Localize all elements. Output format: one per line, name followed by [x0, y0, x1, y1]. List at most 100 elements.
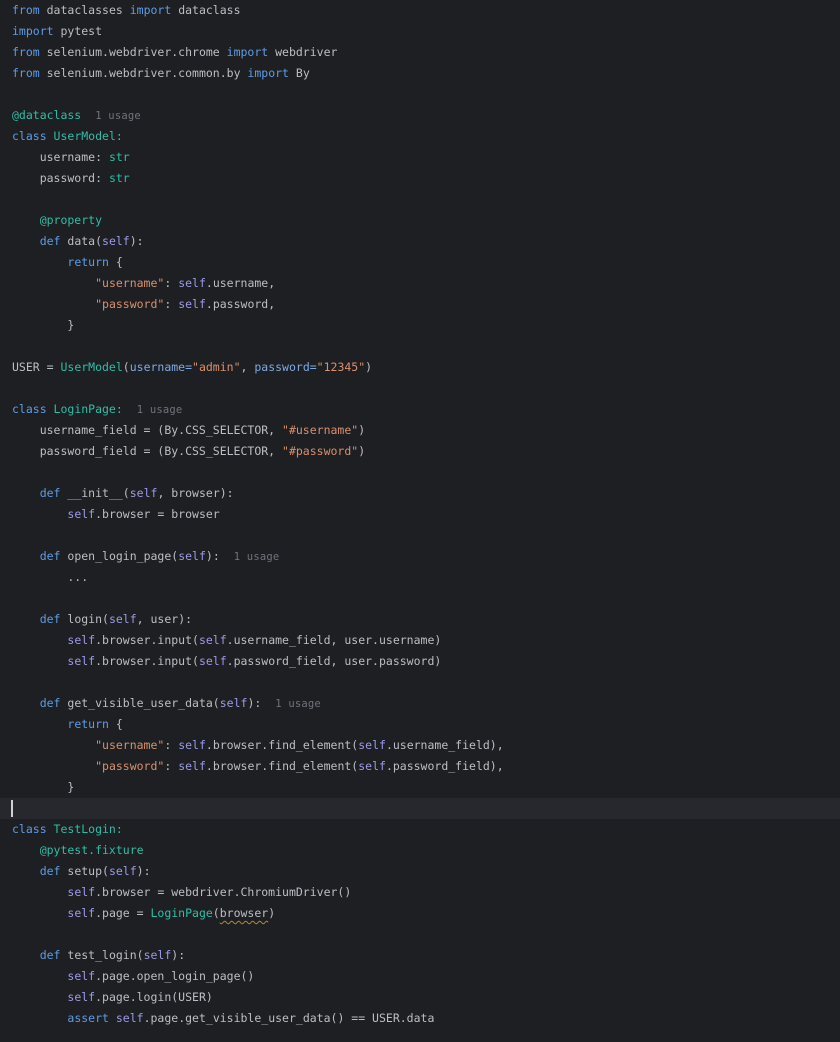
code-line[interactable] — [0, 798, 840, 819]
code-token — [12, 717, 67, 731]
code-line[interactable] — [0, 189, 840, 210]
self-token: self — [199, 654, 227, 668]
code-line[interactable]: assert self.page.get_visible_user_data()… — [0, 1008, 840, 1029]
code-line[interactable]: class LoginPage:1 usage — [0, 399, 840, 420]
keyword-token: class — [12, 402, 47, 416]
self-token: self — [199, 633, 227, 647]
code-line[interactable]: password_field = (By.CSS_SELECTOR, "#pas… — [0, 441, 840, 462]
code-token — [12, 486, 40, 500]
code-token: .browser = browser — [95, 507, 220, 521]
code-line[interactable]: return { — [0, 252, 840, 273]
keyword-token: return — [67, 255, 109, 269]
code-token: .browser.input( — [95, 654, 199, 668]
string-token: "password" — [95, 759, 164, 773]
classname-token: LoginPage — [150, 906, 212, 920]
code-line[interactable]: @pytest.fixture — [0, 840, 840, 861]
code-token: username: — [12, 150, 109, 164]
code-line[interactable]: } — [0, 315, 840, 336]
code-line[interactable]: "password": self.password, — [0, 294, 840, 315]
code-line[interactable] — [0, 84, 840, 105]
code-token: ( — [123, 360, 130, 374]
code-line[interactable]: } — [0, 777, 840, 798]
python-code-editor[interactable]: from dataclasses import dataclassimport … — [0, 0, 840, 1042]
code-line[interactable]: class UserModel: — [0, 126, 840, 147]
usages-inlay-hint[interactable]: 1 usage — [137, 404, 183, 416]
code-line[interactable]: self.browser.input(self.password_field, … — [0, 651, 840, 672]
code-token: .username_field), — [386, 738, 504, 752]
code-line[interactable]: class TestLogin: — [0, 819, 840, 840]
classname-token: str — [109, 171, 130, 185]
self-token: self — [116, 1011, 144, 1025]
code-line[interactable]: username_field = (By.CSS_SELECTOR, "#use… — [0, 420, 840, 441]
code-line[interactable]: def data(self): — [0, 231, 840, 252]
code-line[interactable]: def open_login_page(self):1 usage — [0, 546, 840, 567]
code-line[interactable]: from dataclasses import dataclass — [0, 0, 840, 21]
code-line[interactable] — [0, 588, 840, 609]
code-line[interactable]: "username": self.browser.find_element(se… — [0, 735, 840, 756]
code-line[interactable] — [0, 462, 840, 483]
code-token: .page.get_visible_user_data() == USER.da… — [144, 1011, 435, 1025]
code-token — [12, 276, 95, 290]
code-token: : — [164, 297, 178, 311]
code-token: ): — [206, 549, 220, 563]
code-token: .page = — [95, 906, 150, 920]
code-token — [12, 990, 67, 1004]
code-line[interactable] — [0, 336, 840, 357]
code-line[interactable]: from selenium.webdriver.chrome import we… — [0, 42, 840, 63]
self-token: self — [109, 612, 137, 626]
code-line[interactable]: @dataclass1 usage — [0, 105, 840, 126]
code-token — [12, 507, 67, 521]
keyword-token: from — [12, 45, 40, 59]
code-token: selenium.webdriver.chrome — [40, 45, 227, 59]
self-token: self — [67, 969, 95, 983]
code-line[interactable]: self.page.open_login_page() — [0, 966, 840, 987]
code-line[interactable]: self.browser = webdriver.ChromiumDriver(… — [0, 882, 840, 903]
keyword-token: def — [40, 486, 61, 500]
classname-token: str — [109, 150, 130, 164]
usages-inlay-hint[interactable]: 1 usage — [95, 110, 141, 122]
code-token: pytest — [54, 24, 102, 38]
string-token: "#username" — [282, 423, 358, 437]
code-line[interactable]: "username": self.username, — [0, 273, 840, 294]
self-token: self — [67, 885, 95, 899]
self-token: self — [67, 654, 95, 668]
code-line[interactable] — [0, 378, 840, 399]
self-token: self — [178, 276, 206, 290]
code-line[interactable]: self.page = LoginPage(browser) — [0, 903, 840, 924]
code-token: } — [12, 318, 74, 332]
code-line[interactable]: USER = UserModel(username="admin", passw… — [0, 357, 840, 378]
code-line[interactable]: self.page.login(USER) — [0, 987, 840, 1008]
code-token — [12, 738, 95, 752]
code-line[interactable]: "password": self.browser.find_element(se… — [0, 756, 840, 777]
code-token — [12, 864, 40, 878]
usages-inlay-hint[interactable]: 1 usage — [234, 551, 280, 563]
code-line[interactable]: import pytest — [0, 21, 840, 42]
code-line[interactable] — [0, 672, 840, 693]
code-line[interactable] — [0, 924, 840, 945]
code-line[interactable]: def setup(self): — [0, 861, 840, 882]
classname-token: @property — [12, 213, 102, 227]
keyword-token: from — [12, 66, 40, 80]
code-line[interactable]: @property — [0, 210, 840, 231]
code-line[interactable]: def __init__(self, browser): — [0, 483, 840, 504]
code-line[interactable]: self.browser = browser — [0, 504, 840, 525]
code-token — [12, 948, 40, 962]
code-token: .username_field, user.username) — [227, 633, 442, 647]
self-token: self — [130, 486, 158, 500]
code-line[interactable] — [0, 525, 840, 546]
code-line[interactable]: from selenium.webdriver.common.by import… — [0, 63, 840, 84]
string-token: "12345" — [317, 360, 365, 374]
code-line[interactable]: password: str — [0, 168, 840, 189]
code-line[interactable]: username: str — [0, 147, 840, 168]
code-line[interactable]: ... — [0, 567, 840, 588]
usages-inlay-hint[interactable]: 1 usage — [275, 698, 321, 710]
code-line[interactable]: self.browser.input(self.username_field, … — [0, 630, 840, 651]
self-token: self — [178, 297, 206, 311]
code-token: } — [12, 780, 74, 794]
code-line[interactable]: return { — [0, 714, 840, 735]
code-line[interactable]: def login(self, user): — [0, 609, 840, 630]
code-line[interactable]: def get_visible_user_data(self):1 usage — [0, 693, 840, 714]
keyword-token: class — [12, 822, 47, 836]
code-line[interactable]: def test_login(self): — [0, 945, 840, 966]
code-token: , browser): — [157, 486, 233, 500]
